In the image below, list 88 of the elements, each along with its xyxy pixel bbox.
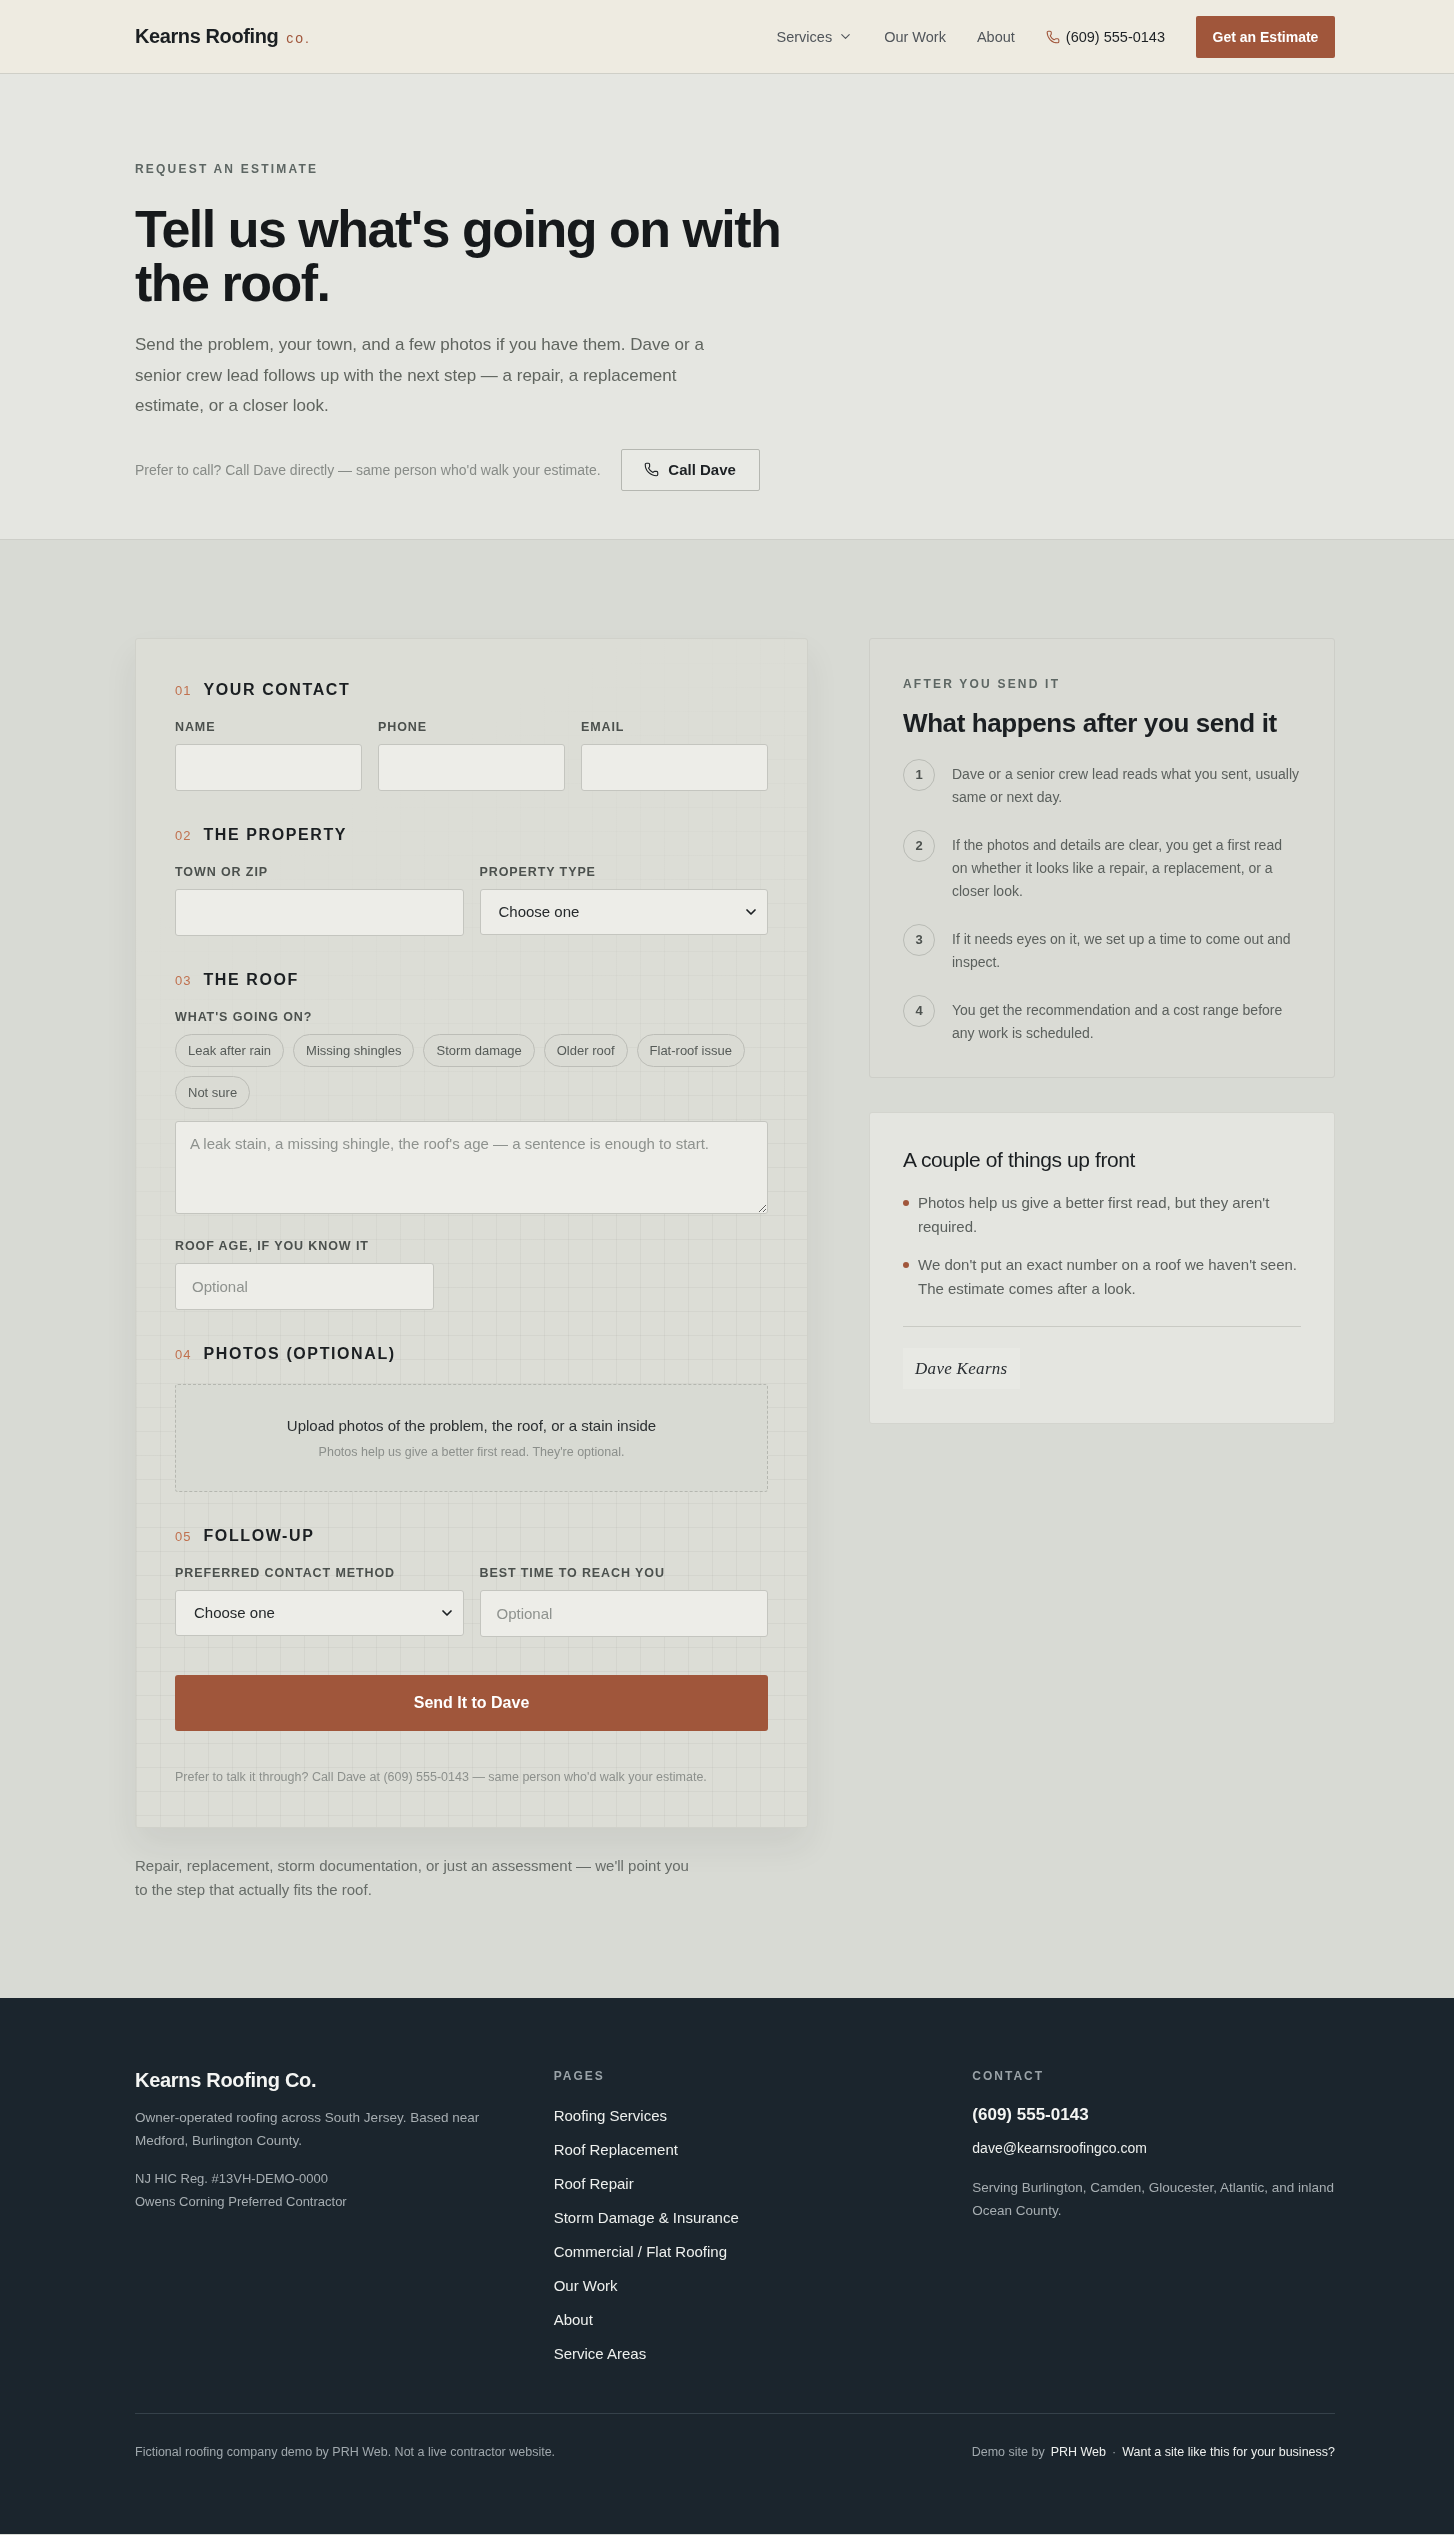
- footer-link[interactable]: Our Work: [553, 2275, 618, 2296]
- option-chip[interactable]: Older roof: [543, 1033, 628, 1067]
- option-chip[interactable]: Not sure: [175, 1075, 251, 1109]
- eyebrow-text: REQUEST AN ESTIMATE: [135, 162, 320, 176]
- nav-link[interactable]: About: [976, 28, 1015, 45]
- option-chip[interactable]: Leak after rain: [175, 1033, 285, 1067]
- input-field[interactable]: [175, 743, 362, 791]
- input-field[interactable]: Optional: [479, 1589, 768, 1637]
- phone-link[interactable]: (609) 555-0143: [1045, 28, 1165, 45]
- service-area-text: Serving Burlington, Camden, Gloucester, Atlantic, and inland Ocean County.: [972, 2178, 1335, 2220]
- photo-upload-zone[interactable]: Upload photos of the problem, the roof, or a stain inside Photos help us give a better first read. They're optional.: [175, 1383, 768, 1492]
- card-eyebrow: AFTER YOU SEND IT: [903, 676, 1062, 691]
- option-chip[interactable]: Missing shingles: [293, 1033, 415, 1067]
- phone-icon: [644, 462, 660, 477]
- credit-text: Demo site by: [971, 2444, 1045, 2459]
- footer-link[interactable]: Service Areas: [553, 2343, 647, 2364]
- footer-link[interactable]: Roofing Services: [553, 2105, 668, 2126]
- section-title: YOUR CONTACT: [203, 679, 351, 700]
- card-heading: A couple of things up front: [903, 1146, 1137, 1173]
- footer-link[interactable]: Storm Damage & Insurance: [553, 2207, 739, 2228]
- field-label: PREFERRED CONTACT METHOD: [175, 1565, 396, 1581]
- form-note: Prefer to talk it through? Call Dave at (609) 555-0143 — same person who'd walk your estimate.: [175, 1769, 708, 1785]
- get-estimate-button[interactable]: Get an Estimate: [1196, 15, 1335, 58]
- step-text: Dave or a senior crew lead reads what you sent, usually same or next day.: [952, 764, 1301, 807]
- hero-heading: Tell us what's going on with the roof.: [135, 202, 782, 310]
- option-chip[interactable]: Flat-roof issue: [636, 1033, 745, 1067]
- step-text: If it needs eyes on it, we set up a time to come out and inspect.: [952, 929, 1292, 972]
- field-label: NAME: [175, 719, 217, 735]
- footer-heading: CONTACT: [972, 2067, 1046, 2084]
- input-field[interactable]: [378, 743, 565, 791]
- textarea-field[interactable]: A leak stain, a missing shingle, the roof's age — a sentence is enough to start.: [175, 1120, 768, 1214]
- aside-note: Repair, replacement, storm documentation, or just an assessment — we'll point you to the step that actually fits the roof.: [135, 1855, 690, 1900]
- bullet-icon: [903, 1261, 909, 1268]
- footer-phone-link[interactable]: (609) 555-0143: [972, 2103, 1089, 2126]
- section-title: THE ROOF: [203, 969, 299, 990]
- send-button[interactable]: Send It to Dave: [175, 1674, 768, 1731]
- field-label: WHAT'S GOING ON?: [175, 1009, 314, 1025]
- section-number: 04: [175, 1345, 192, 1364]
- call-note: Prefer to call? Call Dave directly — same person who'd walk your estimate.: [135, 461, 601, 478]
- credential-text: NJ HIC Reg. #13VH-DEMO-0000: [135, 2169, 329, 2188]
- card-heading: What happens after you send it: [903, 706, 1278, 739]
- separator-text: ·: [1112, 2444, 1117, 2459]
- demo-note: Fictional roofing company demo by PRH Web. Not a live contractor website.: [135, 2444, 556, 2459]
- footer-brand: Kearns Roofing Co.: [135, 2067, 318, 2092]
- step-text: If the photos and details are clear, you get a first read on whether it looks like a repair, a replacement, or a closer look.: [952, 835, 1283, 901]
- section-title: FOLLOW-UP: [203, 1525, 315, 1546]
- site-inquiry-link[interactable]: Want a site like this for your business?: [1122, 2444, 1335, 2459]
- upload-hint: Photos help us give a better first read. They're optional.: [318, 1444, 625, 1459]
- field-label: ROOF AGE, IF YOU KNOW IT: [175, 1238, 370, 1254]
- logo-wordmark[interactable]: Kearns Roofing: [135, 25, 279, 48]
- footer-heading: PAGES: [553, 2067, 606, 2084]
- input-field[interactable]: [175, 888, 464, 936]
- select-field[interactable]: Choose one: [175, 1589, 464, 1636]
- option-chip[interactable]: Storm damage: [423, 1033, 535, 1067]
- point-text: We don't put an exact number on a roof we haven't seen. The estimate comes after a look.: [918, 1254, 1299, 1299]
- upload-title: Upload photos of the problem, the roof, or a stain inside: [286, 1416, 657, 1434]
- logo-suffix[interactable]: co.: [286, 30, 311, 46]
- nav-link[interactable]: Our Work: [884, 28, 946, 45]
- field-label: BEST TIME TO REACH YOU: [479, 1565, 666, 1581]
- footer-link[interactable]: About: [553, 2309, 593, 2330]
- services-menu[interactable]: Services: [776, 28, 854, 45]
- section-number: 02: [175, 826, 192, 845]
- field-label: TOWN OR ZIP: [175, 864, 269, 880]
- footer-link[interactable]: Roof Repair: [553, 2173, 634, 2194]
- section-title: PHOTOS (OPTIONAL): [203, 1343, 396, 1364]
- bullet-icon: [903, 1199, 909, 1206]
- point-text: Photos help us give a better first read, but they aren't required.: [918, 1192, 1271, 1237]
- credential-text: Owens Corning Preferred Contractor: [135, 2192, 348, 2211]
- section-number: 05: [175, 1527, 192, 1546]
- field-label: EMAIL: [581, 719, 626, 735]
- field-label: PHONE: [378, 719, 428, 735]
- signature: Dave Kearns: [903, 1347, 1020, 1389]
- input-field[interactable]: Optional: [175, 1262, 434, 1310]
- field-label: PROPERTY TYPE: [479, 864, 597, 880]
- footer-about: Owner-operated roofing across South Jersey. Based near Medford, Burlington County.: [135, 2108, 481, 2150]
- phone-icon: [1045, 29, 1060, 44]
- footer-link[interactable]: Commercial / Flat Roofing: [553, 2241, 728, 2262]
- hero-intro: Send the problem, your town, and a few photos if you have them. Dave or a senior crew lead follows up with the next step — a repair, a replacement estimate, or a closer look.: [135, 334, 705, 417]
- section-number: 03: [175, 971, 192, 990]
- call-dave-button[interactable]: Call Dave: [620, 448, 760, 491]
- section-title: THE PROPERTY: [203, 824, 348, 845]
- credit-link[interactable]: PRH Web: [1050, 2444, 1106, 2459]
- select-field[interactable]: Choose one: [479, 888, 768, 935]
- section-number: 01: [175, 681, 192, 700]
- footer-email-link[interactable]: dave@kearnsroofingco.com: [972, 2137, 1147, 2158]
- footer-link[interactable]: Roof Replacement: [553, 2139, 678, 2160]
- step-text: You get the recommendation and a cost range before any work is scheduled.: [952, 1000, 1284, 1043]
- input-field[interactable]: [581, 743, 768, 791]
